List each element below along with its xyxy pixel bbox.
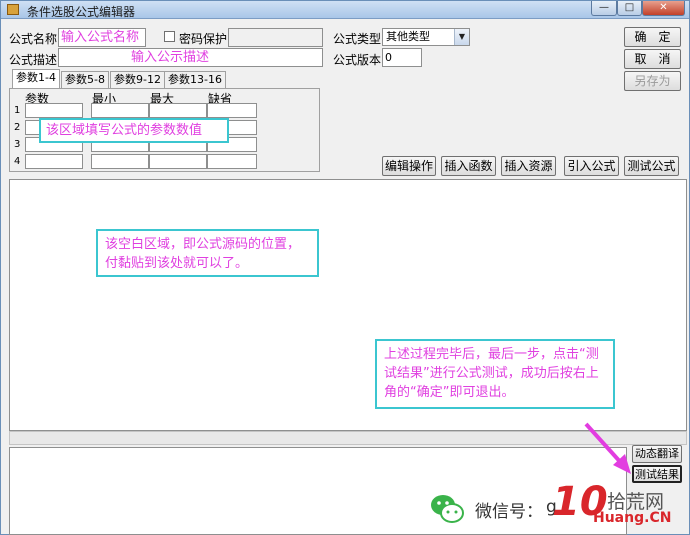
formula-name-label: 公式名称	[9, 32, 58, 46]
param-row-number: 3	[14, 139, 21, 150]
formula-version-input[interactable]: 0	[382, 48, 422, 67]
param-cell[interactable]	[149, 103, 207, 118]
param-row-number: 1	[14, 105, 21, 116]
param-cell[interactable]	[25, 154, 83, 169]
param-row-number: 4	[14, 156, 21, 167]
insert-resource-button[interactable]: 插入资源	[501, 156, 556, 176]
ok-button[interactable]: 确 定	[624, 27, 681, 47]
formula-type-value: 其他类型	[386, 30, 430, 43]
close-button[interactable]: ✕	[642, 1, 685, 16]
maximize-button[interactable]: □	[617, 1, 642, 16]
tab-params-5-8[interactable]: 参数5-8	[61, 71, 109, 88]
app-icon	[7, 4, 19, 15]
formula-name-input[interactable]: 输入公式名称	[58, 28, 146, 47]
formula-desc-input[interactable]: 输入公示描述	[58, 48, 323, 67]
insert-function-button[interactable]: 插入函数	[441, 156, 496, 176]
save-as-button[interactable]: 另存为	[624, 71, 681, 91]
formula-version-label: 公式版本	[333, 53, 382, 67]
password-input[interactable]	[228, 28, 323, 47]
title-bar: 条件选股公式编辑器 — □ ✕	[1, 1, 689, 19]
param-cell[interactable]	[91, 154, 149, 169]
param-area-annotation: 该区域填写公式的参数数值	[39, 118, 229, 143]
steps-annotation: 上述过程完毕后，最后一步，点击“测试结果”进行公式测试，成功后按右上角的“确定”…	[375, 339, 615, 409]
editor-area-annotation: 该空白区域，即公式源码的位置，付黏贴到该处就可以了。	[96, 229, 319, 277]
window-title: 条件选股公式编辑器	[27, 5, 136, 19]
param-cell[interactable]	[91, 103, 149, 118]
brand-name-en: Huang.CN	[593, 510, 672, 526]
tab-params-9-12[interactable]: 参数9-12	[110, 71, 165, 88]
formula-editor-window: 条件选股公式编辑器 — □ ✕ 公式名称 输入公式名称 密码保护 公式类型 其他…	[0, 0, 690, 535]
param-cell[interactable]	[149, 154, 207, 169]
pointer-arrow-icon	[584, 422, 631, 474]
param-row-number: 2	[14, 122, 21, 133]
test-result-button[interactable]: 测试结果	[632, 465, 682, 483]
password-checkbox[interactable]	[164, 31, 175, 42]
tab-params-1-4[interactable]: 参数1-4	[12, 69, 60, 89]
formula-type-select[interactable]: 其他类型 ▼	[382, 28, 470, 46]
dynamic-translate-button[interactable]: 动态翻译	[632, 445, 682, 463]
wechat-id-label: 微信号：	[475, 502, 543, 522]
minimize-button[interactable]: —	[591, 1, 617, 16]
formula-type-label: 公式类型	[333, 32, 382, 46]
wechat-logo-icon	[429, 491, 465, 527]
formula-desc-label: 公式描述	[9, 53, 58, 67]
import-formula-button[interactable]: 引入公式	[564, 156, 619, 176]
param-cell[interactable]	[207, 154, 257, 169]
edit-operation-button[interactable]: 编辑操作	[382, 156, 436, 176]
password-label: 密码保护	[179, 32, 228, 46]
param-cell[interactable]	[25, 103, 83, 118]
tab-params-13-16[interactable]: 参数13-16	[164, 71, 226, 88]
test-formula-button[interactable]: 测试公式	[624, 156, 679, 176]
cancel-button[interactable]: 取 消	[624, 49, 681, 69]
chevron-down-icon[interactable]: ▼	[454, 29, 469, 45]
param-cell[interactable]	[207, 103, 257, 118]
